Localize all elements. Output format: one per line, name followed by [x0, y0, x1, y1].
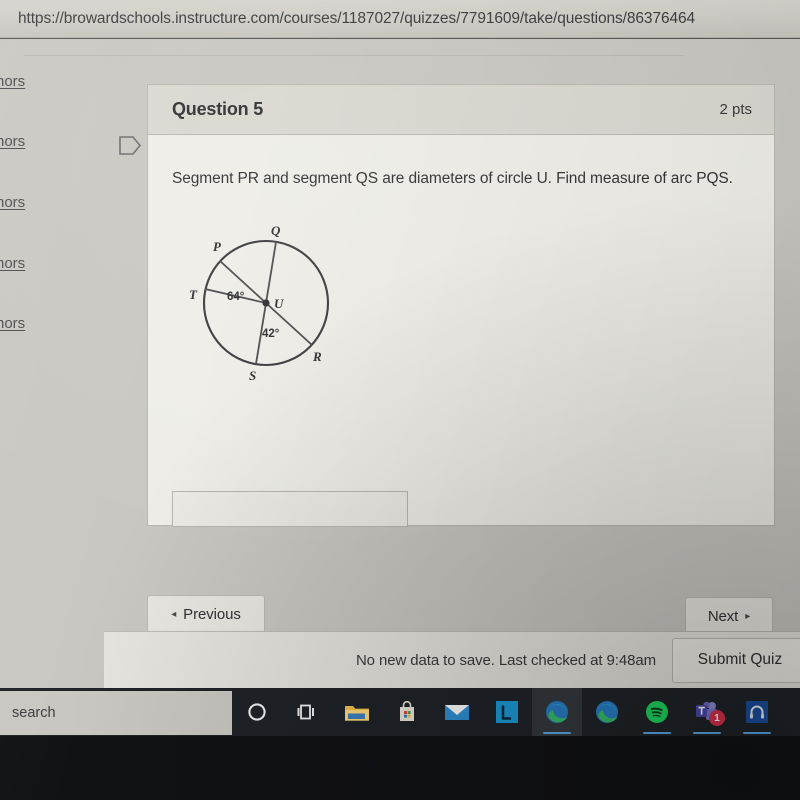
- circle-diagram: P Q T S R U 64° 42°: [180, 215, 350, 385]
- label-Q: Q: [271, 223, 281, 238]
- label-T: T: [189, 287, 198, 302]
- chevron-right-icon: ▸: [745, 610, 751, 622]
- save-status-bar: No new data to save. Last checked at 9:4…: [104, 631, 800, 688]
- url-text[interactable]: https://browardschools.instructure.com/c…: [0, 10, 695, 28]
- mail-icon[interactable]: [432, 688, 482, 736]
- task-view-icon[interactable]: [282, 688, 332, 736]
- lanschool-icon[interactable]: [482, 688, 532, 736]
- question-text: Segment PR and segment QS are diameters …: [172, 170, 733, 187]
- question-points: 2 pts: [719, 101, 752, 118]
- left-nav-link-2[interactable]: nors: [0, 133, 25, 150]
- taskbar-search-input[interactable]: search: [0, 691, 232, 735]
- left-nav-link-4[interactable]: nors: [0, 255, 25, 272]
- angle-label-64: 64°: [227, 291, 245, 303]
- file-explorer-icon[interactable]: [332, 688, 382, 736]
- label-S: S: [249, 368, 256, 383]
- page-divider: [24, 55, 684, 56]
- teams-icon[interactable]: 1: [682, 688, 732, 736]
- label-R: R: [312, 349, 322, 364]
- taskbar-icons: 1: [232, 688, 782, 736]
- left-nav-link-5[interactable]: nors: [0, 315, 25, 332]
- angle-label-42: 42°: [262, 328, 280, 340]
- previous-button[interactable]: ◂ Previous: [147, 595, 265, 633]
- microsoft-store-icon[interactable]: [382, 688, 432, 736]
- submit-quiz-button[interactable]: Submit Quiz: [672, 637, 800, 683]
- page-title: Question 5: [172, 99, 264, 119]
- cortana-icon[interactable]: [232, 688, 282, 736]
- question-header: Question 5 2 pts: [148, 85, 774, 135]
- left-nav-link-1[interactable]: nors: [0, 73, 25, 90]
- next-button[interactable]: Next ▸: [685, 597, 773, 635]
- teams-running-underline: [693, 731, 721, 734]
- spotify-icon[interactable]: [632, 688, 682, 736]
- flag-tag-icon[interactable]: [119, 136, 141, 155]
- circle-diagram-svg: P Q T S R U 64° 42°: [189, 223, 330, 383]
- screen-bezel: [0, 736, 800, 800]
- label-P: P: [213, 239, 222, 254]
- windows-taskbar: search 1: [0, 688, 800, 736]
- edge-icon[interactable]: [582, 688, 632, 736]
- answer-input[interactable]: [172, 491, 408, 527]
- screen-photo: https://browardschools.instructure.com/c…: [0, 0, 800, 800]
- left-nav: nors nors nors nors nors: [0, 39, 104, 688]
- next-button-label: Next: [707, 607, 739, 625]
- browser-address-bar[interactable]: https://browardschools.instructure.com/c…: [0, 0, 800, 38]
- save-status-text: No new data to save. Last checked at 9:4…: [355, 651, 656, 669]
- previous-button-label: Previous: [183, 605, 241, 623]
- headset-app-icon[interactable]: [732, 688, 782, 736]
- question-body: Segment PR and segment QS are diameters …: [148, 135, 774, 525]
- quiz-page: nors nors nors nors nors Question 5 2 pt…: [0, 39, 800, 688]
- question-card: Question 5 2 pts Segment PR and segment …: [147, 84, 775, 526]
- headset-app-running-underline: [743, 731, 771, 734]
- edge-active-underline: [543, 731, 571, 734]
- spotify-running-underline: [643, 731, 671, 734]
- edge-icon[interactable]: [532, 688, 582, 736]
- label-U: U: [274, 296, 284, 311]
- chevron-left-icon: ◂: [171, 608, 177, 620]
- left-nav-link-3[interactable]: nors: [0, 194, 25, 211]
- teams-notification-badge: 1: [709, 710, 725, 726]
